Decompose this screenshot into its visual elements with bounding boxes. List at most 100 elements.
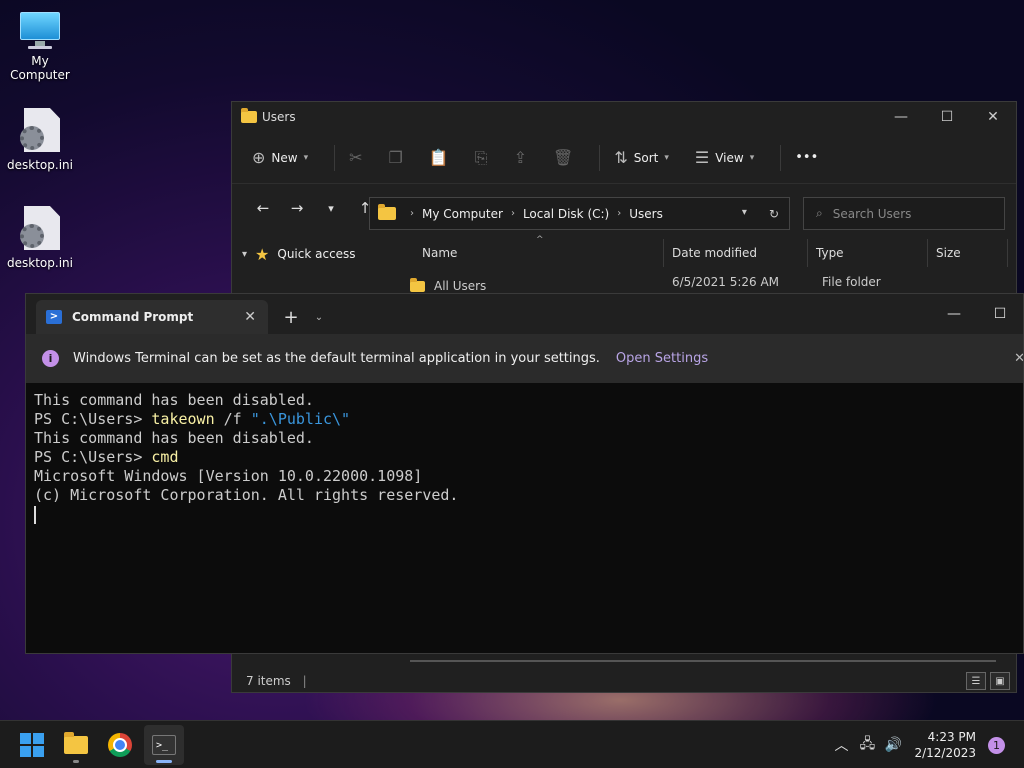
- address-dropdown-icon[interactable]: ▾: [742, 207, 747, 221]
- powershell-icon: >: [46, 310, 62, 324]
- chevron-down-icon: ▾: [664, 152, 669, 163]
- taskbar: >_ ︿ 🖧 🔊 4:23 PM 2/12/2023 1: [0, 720, 1024, 768]
- toolbar-divider: [334, 144, 336, 171]
- chevron-down-icon: ▾: [242, 248, 248, 260]
- address-bar[interactable]: › My Computer › Local Disk (C:) › Users …: [369, 197, 790, 230]
- breadcrumb-item[interactable]: My Computer: [422, 207, 503, 221]
- sort-icon: ⇅: [614, 148, 628, 167]
- toolbar-divider: [780, 144, 782, 171]
- clock[interactable]: 4:23 PM 2/12/2023: [914, 729, 976, 761]
- minimize-button[interactable]: —: [931, 294, 977, 334]
- back-arrow-icon[interactable]: ←: [246, 199, 280, 217]
- star-icon: ★: [255, 244, 270, 264]
- terminal-icon: >_: [152, 735, 176, 755]
- minimize-button[interactable]: —: [878, 102, 924, 132]
- output-line: (c) Microsoft Corporation. All rights re…: [34, 486, 459, 504]
- taskbar-app-chrome[interactable]: [100, 725, 140, 765]
- breadcrumb-item[interactable]: Local Disk (C:): [523, 207, 609, 221]
- settings-file-icon: [20, 206, 60, 252]
- new-button[interactable]: ⊕ New ▾: [252, 148, 308, 167]
- breadcrumb-separator-icon: ›: [510, 208, 515, 219]
- chevron-up-icon[interactable]: ︿: [828, 735, 854, 755]
- nav-item-quick-access[interactable]: ▾ ★ Quick access: [232, 234, 390, 274]
- details-view-icon[interactable]: ☰: [966, 672, 986, 690]
- column-header-name[interactable]: Name ^: [392, 235, 664, 267]
- taskbar-app-file-explorer[interactable]: [56, 725, 96, 765]
- volume-icon[interactable]: 🔊: [880, 737, 906, 753]
- copy-icon[interactable]: ❐: [389, 148, 403, 167]
- recent-locations-chevron-icon[interactable]: ▾: [314, 202, 348, 215]
- column-header-date[interactable]: Date modified: [664, 239, 808, 267]
- breadcrumb-item[interactable]: Users: [629, 207, 663, 221]
- desktop-icon-label: desktop.ini: [7, 158, 73, 172]
- forward-arrow-icon[interactable]: →: [280, 199, 314, 217]
- new-tab-button[interactable]: +: [274, 300, 308, 334]
- column-label: Date modified: [672, 246, 758, 260]
- open-settings-link[interactable]: Open Settings: [616, 351, 708, 366]
- clock-time: 4:23 PM: [927, 730, 976, 744]
- info-message: Windows Terminal can be set as the defau…: [73, 351, 600, 366]
- desktop-icon-label: My Computer: [10, 54, 70, 82]
- terminal-window: > Command Prompt ✕ + ⌄ — ☐ i Windows Ter…: [25, 293, 1024, 654]
- start-button[interactable]: [12, 725, 52, 765]
- folder-shortcut-icon: [410, 277, 425, 292]
- column-header-size[interactable]: Size: [928, 239, 1008, 267]
- rename-icon[interactable]: ⎘: [475, 148, 488, 168]
- close-tab-icon[interactable]: ✕: [244, 309, 256, 325]
- maximize-button[interactable]: ☐: [924, 102, 970, 132]
- toolbar-divider: [599, 144, 601, 171]
- running-indicator: [156, 760, 172, 763]
- view-icon: ☰: [694, 148, 710, 167]
- text-cursor: [34, 505, 36, 524]
- new-label: New: [271, 150, 298, 165]
- output-line: This command has been disabled.: [34, 391, 314, 409]
- monitor-icon: [18, 10, 62, 50]
- sort-ascending-icon: ^: [536, 235, 544, 245]
- terminal-output[interactable]: This command has been disabled. PS C:\Us…: [26, 383, 1023, 524]
- taskbar-app-terminal[interactable]: >_: [144, 725, 184, 765]
- delete-icon[interactable]: 🗑: [553, 148, 573, 167]
- folder-icon: [378, 204, 396, 220]
- desktop-icon-desktop-ini-2[interactable]: desktop.ini: [0, 206, 80, 270]
- notification-badge[interactable]: 1: [988, 736, 1005, 754]
- folder-icon: [241, 108, 257, 123]
- system-tray: ︿ 🖧 🔊 4:23 PM 2/12/2023 1: [828, 721, 1024, 768]
- maximize-button[interactable]: ☐: [977, 294, 1023, 334]
- more-options-button[interactable]: •••: [795, 150, 818, 165]
- command-text: cmd: [151, 448, 179, 466]
- command-string: ".\Public\": [250, 410, 351, 428]
- sort-button[interactable]: ⇅ Sort ▾: [614, 148, 669, 167]
- windows-logo-icon: [20, 733, 44, 757]
- breadcrumb-separator-icon: ›: [617, 208, 622, 219]
- sort-label: Sort: [633, 150, 659, 165]
- breadcrumb-separator-icon: ›: [410, 208, 414, 219]
- search-input[interactable]: ⌕ Search Users: [803, 197, 1005, 230]
- close-icon[interactable]: ✕: [1014, 351, 1023, 366]
- explorer-titlebar[interactable]: Users — ☐ ✕: [232, 102, 1016, 132]
- share-icon[interactable]: ⇪: [514, 148, 527, 167]
- column-label: Size: [936, 246, 961, 260]
- clock-date: 2/12/2023: [914, 746, 976, 760]
- tiles-view-icon[interactable]: ▣: [990, 672, 1010, 690]
- tab-title: Command Prompt: [72, 310, 194, 324]
- refresh-icon[interactable]: ↻: [769, 207, 779, 221]
- column-header-type[interactable]: Type: [808, 239, 928, 267]
- desktop-icon-label: desktop.ini: [7, 256, 73, 270]
- status-divider: |: [302, 674, 307, 688]
- tab-command-prompt[interactable]: > Command Prompt ✕: [36, 300, 268, 334]
- command-text: takeown: [151, 410, 215, 428]
- chevron-down-icon: ▾: [749, 152, 755, 163]
- horizontal-scrollbar[interactable]: [410, 660, 996, 662]
- info-icon: i: [42, 350, 59, 367]
- paste-icon[interactable]: 📋: [429, 148, 449, 167]
- close-button[interactable]: ✕: [970, 102, 1016, 132]
- desktop-icon-desktop-ini-1[interactable]: desktop.ini: [0, 108, 80, 172]
- command-args: /f: [214, 410, 251, 428]
- quick-access-label: Quick access: [277, 247, 356, 261]
- cut-icon[interactable]: ✂: [349, 148, 362, 167]
- network-icon[interactable]: 🖧: [854, 733, 880, 757]
- chevron-down-icon[interactable]: ⌄: [308, 300, 330, 334]
- terminal-tab-bar[interactable]: > Command Prompt ✕ + ⌄ — ☐: [26, 294, 1023, 334]
- view-button[interactable]: ☰ View ▾: [695, 148, 754, 167]
- desktop-icon-my-computer[interactable]: My Computer: [0, 10, 80, 82]
